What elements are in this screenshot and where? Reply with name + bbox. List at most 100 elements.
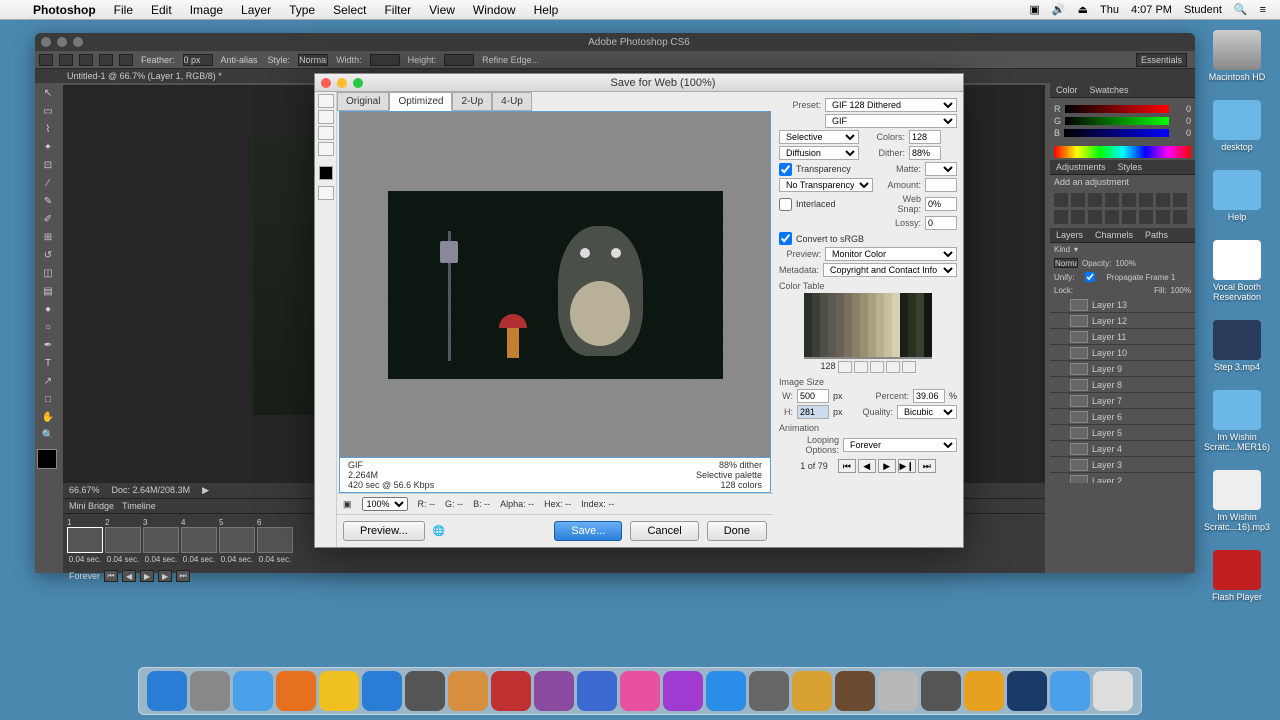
slice-visibility[interactable] — [318, 186, 334, 200]
color-swatch[interactable] — [804, 317, 812, 325]
color-swatch[interactable] — [812, 301, 820, 309]
color-swatch[interactable] — [860, 325, 868, 333]
color-swatch[interactable] — [916, 317, 924, 325]
zoom-select[interactable]: 100% — [362, 497, 408, 511]
color-swatch[interactable] — [868, 317, 876, 325]
dock-app[interactable] — [362, 671, 402, 711]
color-swatch[interactable] — [852, 341, 860, 349]
menubar-user[interactable]: Student — [1178, 4, 1228, 16]
layer-row[interactable]: Layer 12 — [1050, 313, 1195, 329]
color-swatch[interactable] — [844, 341, 852, 349]
stamp-tool[interactable]: ⊞ — [37, 229, 59, 245]
color-swatch[interactable] — [916, 301, 924, 309]
color-swatch[interactable] — [884, 293, 892, 301]
color-spectrum[interactable] — [1054, 146, 1191, 158]
color-swatch[interactable] — [868, 349, 876, 357]
marquee-tool[interactable]: ▭ — [37, 103, 59, 119]
desktop-item[interactable]: Vocal Booth Reservation — [1202, 240, 1272, 302]
feather-input[interactable] — [183, 54, 213, 66]
color-swatch[interactable] — [836, 309, 844, 317]
propagate-checkbox[interactable] — [1078, 272, 1102, 282]
dialog-titlebar[interactable]: Save for Web (100%) — [315, 74, 963, 92]
brush-tool[interactable]: ✐ — [37, 211, 59, 227]
b-slider[interactable] — [1064, 129, 1169, 137]
color-swatch[interactable] — [908, 349, 916, 357]
slice-tool[interactable] — [318, 110, 334, 124]
metadata-select[interactable]: Copyright and Contact Info — [823, 263, 957, 277]
color-swatch[interactable] — [884, 301, 892, 309]
shape-tool[interactable]: □ — [37, 391, 59, 407]
color-tab[interactable]: Color — [1050, 83, 1084, 97]
adj-icon[interactable] — [1122, 210, 1136, 224]
minimize-button[interactable] — [57, 37, 67, 47]
color-swatch[interactable] — [876, 301, 884, 309]
color-swatch[interactable] — [892, 325, 900, 333]
color-swatch[interactable] — [876, 325, 884, 333]
next-frame-button[interactable]: ▶ — [158, 570, 172, 582]
color-swatch[interactable] — [908, 341, 916, 349]
layer-row[interactable]: Layer 11 — [1050, 329, 1195, 345]
color-swatch[interactable] — [868, 293, 876, 301]
color-swatch[interactable] — [876, 341, 884, 349]
color-swatch[interactable] — [860, 309, 868, 317]
desktop-item[interactable]: Im Wishin Scratc...MER16) — [1202, 390, 1272, 452]
menu-help[interactable]: Help — [525, 3, 568, 17]
layer-row[interactable]: Layer 6 — [1050, 409, 1195, 425]
hand-tool[interactable]: ✋ — [37, 409, 59, 425]
save-button[interactable]: Save... — [554, 521, 622, 541]
play-icon[interactable]: ▶ — [202, 485, 209, 496]
desktop-item[interactable]: Macintosh HD — [1209, 30, 1266, 82]
zoom-button[interactable] — [73, 37, 83, 47]
color-swatch[interactable] — [844, 325, 852, 333]
color-swatch[interactable] — [884, 341, 892, 349]
dock-app[interactable] — [792, 671, 832, 711]
color-swatch[interactable] — [868, 325, 876, 333]
color-swatch[interactable] — [820, 301, 828, 309]
color-swatch[interactable] — [908, 301, 916, 309]
color-swatch[interactable] — [812, 341, 820, 349]
toggle-icon[interactable]: ▣ — [343, 499, 352, 510]
color-swatch[interactable] — [836, 317, 844, 325]
timeline-frame[interactable]: 20.04 sec. — [105, 518, 141, 564]
tab-optimized[interactable]: Optimized — [389, 92, 452, 111]
color-swatch[interactable] — [844, 349, 852, 357]
color-swatch[interactable] — [812, 349, 820, 357]
dock-app[interactable] — [749, 671, 789, 711]
layer-row[interactable]: Layer 2 — [1050, 473, 1195, 483]
color-swatch[interactable] — [884, 349, 892, 357]
menubar-icon[interactable]: ⏏ — [1072, 3, 1094, 16]
color-swatch[interactable] — [900, 309, 908, 317]
color-swatch[interactable] — [876, 333, 884, 341]
matte-select[interactable] — [925, 162, 957, 176]
color-swatch[interactable] — [884, 317, 892, 325]
color-swatch[interactable] — [876, 317, 884, 325]
color-swatch[interactable] — [900, 349, 908, 357]
color-swatch[interactable] — [892, 333, 900, 341]
width-input[interactable] — [797, 389, 829, 403]
color-swatch[interactable] — [860, 293, 868, 301]
layer-row[interactable]: Layer 4 — [1050, 441, 1195, 457]
timeline-tab[interactable]: Timeline — [122, 501, 156, 511]
color-swatch[interactable] — [900, 325, 908, 333]
layer-row[interactable]: Layer 10 — [1050, 345, 1195, 361]
prev-frame-button[interactable]: ◀ — [122, 570, 136, 582]
color-swatch[interactable] — [828, 341, 836, 349]
color-swatch[interactable] — [852, 301, 860, 309]
ct-icon[interactable] — [870, 361, 884, 373]
format-select[interactable]: GIF — [825, 114, 957, 128]
color-swatch[interactable] — [892, 317, 900, 325]
color-swatch[interactable] — [820, 317, 828, 325]
adj-icon[interactable] — [1122, 193, 1136, 207]
tab-original[interactable]: Original — [337, 92, 389, 111]
color-table[interactable] — [804, 293, 932, 359]
dock-app[interactable] — [233, 671, 273, 711]
blend-mode[interactable] — [1054, 258, 1078, 268]
preview-button[interactable]: Preview... — [343, 521, 425, 541]
color-swatch[interactable] — [804, 293, 812, 301]
adj-icon[interactable] — [1139, 193, 1153, 207]
color-swatch[interactable] — [900, 317, 908, 325]
lossy-input[interactable] — [925, 216, 957, 230]
menu-select[interactable]: Select — [324, 3, 375, 17]
selection-mode[interactable] — [59, 54, 73, 66]
dock-app[interactable] — [663, 671, 703, 711]
